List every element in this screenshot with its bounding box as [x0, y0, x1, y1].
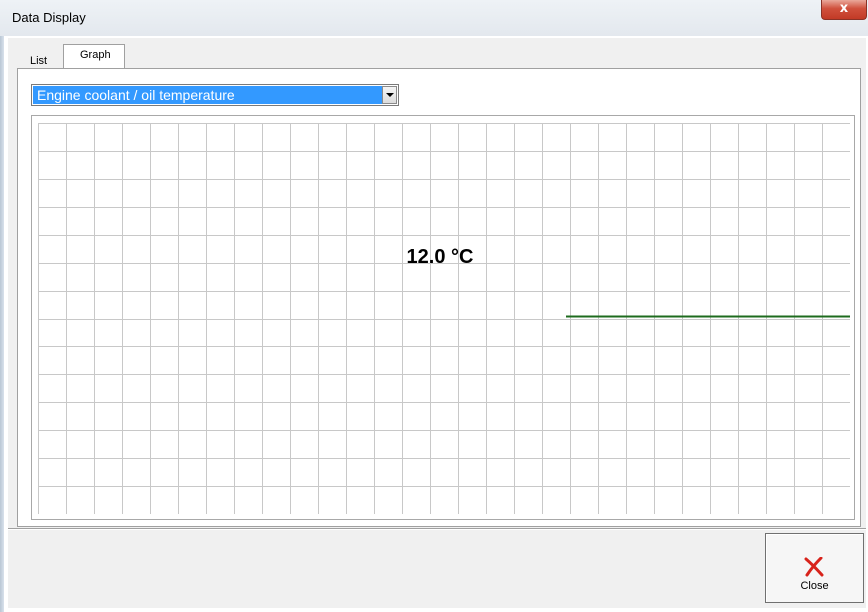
- temperature-readout: 12.0 °C: [406, 246, 474, 268]
- close-button[interactable]: Close: [765, 533, 864, 603]
- graph-canvas: [38, 123, 850, 514]
- window-left-border: [0, 0, 4, 612]
- window-close-button[interactable]: x: [821, 0, 867, 20]
- footer-separator: [8, 528, 866, 530]
- tab-list-label: List: [30, 55, 48, 67]
- window-title: Data Display: [12, 10, 86, 25]
- graph-grid: [38, 123, 850, 514]
- close-x-icon: [804, 557, 824, 577]
- signal-select[interactable]: Engine coolant / oil temperature: [31, 84, 399, 106]
- chevron-down-icon[interactable]: [382, 86, 397, 104]
- data-display-window: Data Display x List Graph Engine coolant…: [0, 0, 868, 612]
- tab-graph-label: Graph: [80, 49, 111, 61]
- signal-select-value: Engine coolant / oil temperature: [33, 86, 382, 104]
- close-button-label: Close: [800, 580, 829, 592]
- tab-graph[interactable]: Graph: [63, 44, 125, 68]
- title-bar[interactable]: Data Display x: [0, 0, 868, 36]
